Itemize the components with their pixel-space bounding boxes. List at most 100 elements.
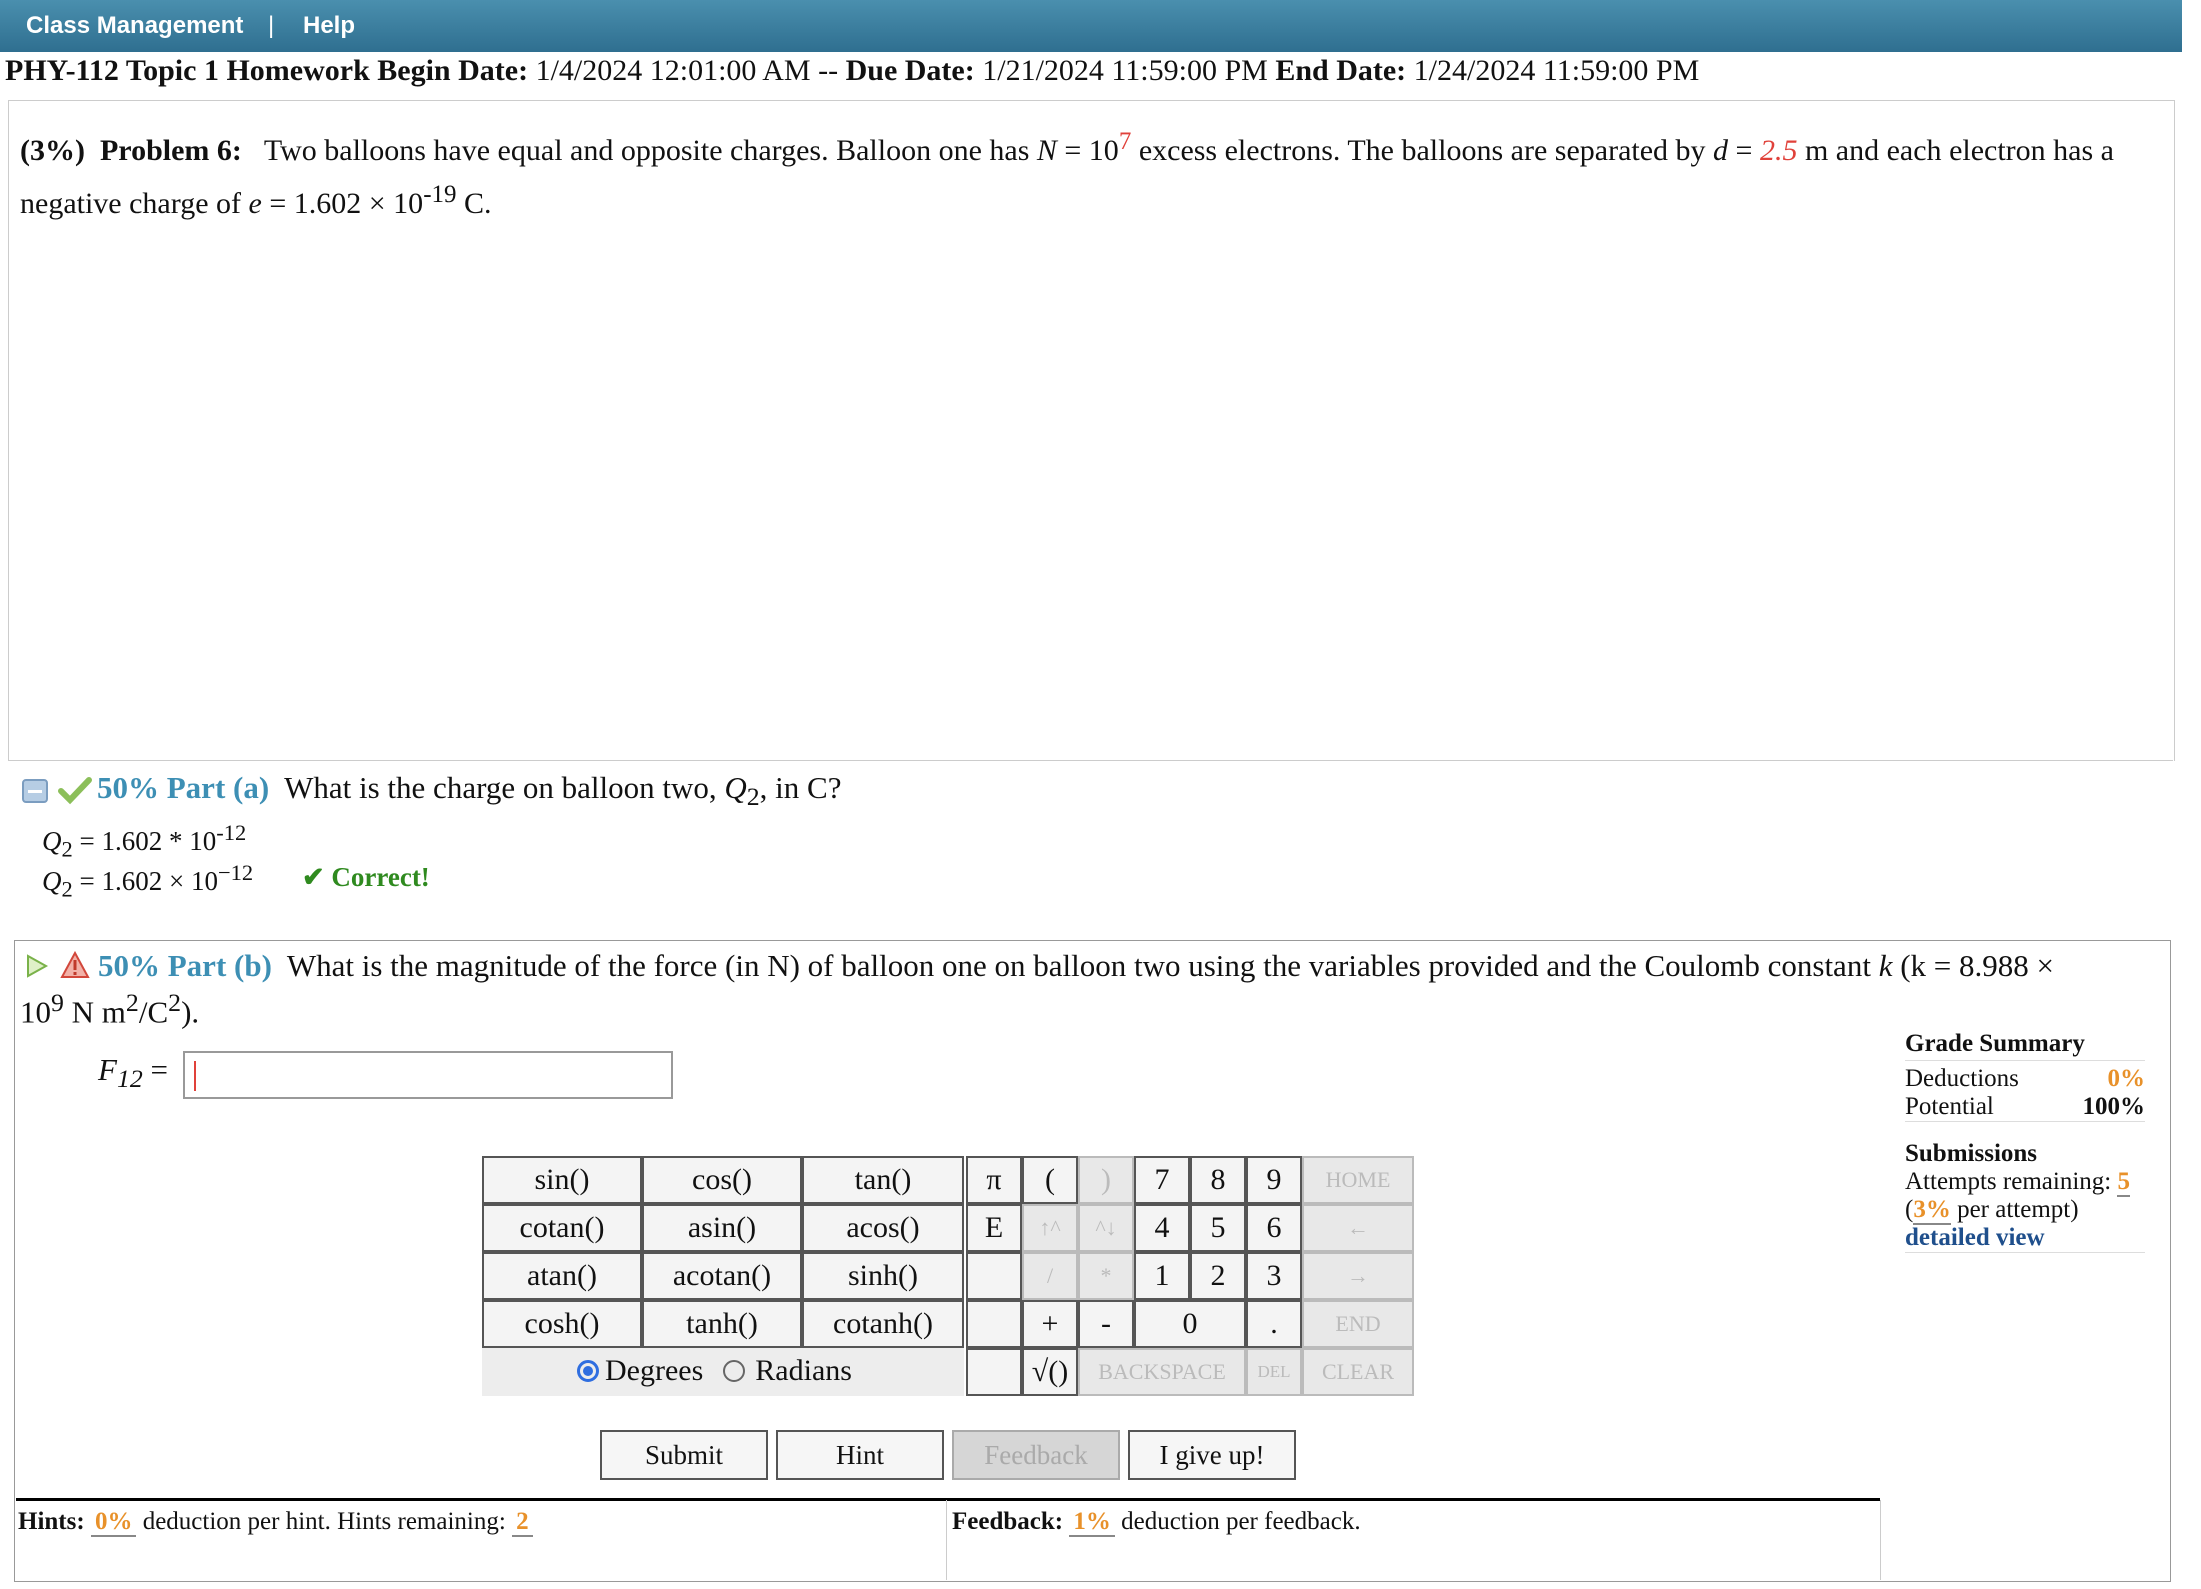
function-keypad: sin() cos() tan() cotan() asin() acos() … [482, 1156, 964, 1396]
backspace-button[interactable]: BACKSPACE [1078, 1348, 1246, 1396]
digit-5-button[interactable]: 5 [1190, 1204, 1246, 1252]
feedback-deduction: 1% [1069, 1508, 1115, 1537]
feedback-label: Feedback: [952, 1508, 1064, 1535]
q-subscript: 2 [61, 836, 73, 862]
grade-summary-panel: Grade Summary Deductions 0% Potential 100%… [1905, 1030, 2145, 1253]
q-variable: Q [724, 770, 747, 805]
part-a-entered-answer: Q2 = 1.602 * 10-12 [42, 820, 246, 862]
entered-exponent: -12 [216, 820, 247, 845]
cursor-right-button[interactable]: → [1302, 1252, 1414, 1300]
feedback-button[interactable]: Feedback [952, 1430, 1120, 1480]
cos-button[interactable]: cos() [642, 1156, 802, 1204]
plus-button[interactable]: + [1022, 1300, 1078, 1348]
multiply-button[interactable]: * [1078, 1252, 1134, 1300]
cotanh-button[interactable]: cotanh() [802, 1300, 964, 1348]
due-date-label: Due Date: [845, 54, 975, 87]
power-up-button[interactable]: ↑^ [1022, 1204, 1078, 1252]
acos-button[interactable]: acos() [802, 1204, 964, 1252]
hints-deduction: 0% [90, 1508, 137, 1537]
problem-text-1: Two balloons have equal and opposite cha… [263, 134, 1030, 167]
acotan-button[interactable]: acotan() [642, 1252, 802, 1300]
end-date-value: 1/24/2024 11:59:00 PM [1413, 54, 1700, 87]
digit-9-button[interactable]: 9 [1246, 1156, 1302, 1204]
cosh-button[interactable]: cosh() [482, 1300, 642, 1348]
digit-0-button[interactable]: 0 [1134, 1300, 1246, 1348]
hints-remaining: 2 [512, 1508, 533, 1537]
asin-button[interactable]: asin() [642, 1204, 802, 1252]
digit-4-button[interactable]: 4 [1134, 1204, 1190, 1252]
digit-1-button[interactable]: 1 [1134, 1252, 1190, 1300]
exponent-e-button[interactable]: E [966, 1204, 1022, 1252]
k-unit-exp: 2 [125, 988, 139, 1017]
sqrt-button[interactable]: √() [1022, 1348, 1078, 1396]
divide-button[interactable]: / [1022, 1252, 1078, 1300]
open-paren-button[interactable]: ( [1022, 1156, 1078, 1204]
close-paren-button[interactable]: ) [1078, 1156, 1134, 1204]
k-unit2-exp: 2 [168, 988, 182, 1017]
cursor-left-button[interactable]: ← [1302, 1204, 1414, 1252]
submit-button[interactable]: Submit [600, 1430, 768, 1480]
answer-input[interactable] [183, 1051, 673, 1099]
n-value: = 10 [1064, 134, 1119, 167]
problem-text-3: m and each [1804, 134, 1942, 167]
due-date-value: 1/21/2024 11:59:00 PM [982, 54, 1268, 87]
hints-info: Hints: 0% deduction per hint. Hints rema… [18, 1508, 533, 1537]
part-a-question: 50% Part (a) What is the charge on ballo… [97, 770, 841, 812]
blank-key [966, 1300, 1022, 1348]
footer-column-divider [946, 1500, 947, 1580]
digit-7-button[interactable]: 7 [1134, 1156, 1190, 1204]
d-equals: = [1735, 134, 1753, 167]
detailed-view-link[interactable]: detailed view [1905, 1224, 2145, 1253]
q-variable: Q [42, 866, 62, 896]
class-management-link[interactable]: Class Management [26, 12, 243, 40]
degrees-radio[interactable] [577, 1360, 599, 1382]
e-exponent: -19 [423, 181, 457, 208]
digit-6-button[interactable]: 6 [1246, 1204, 1302, 1252]
cotan-button[interactable]: cotan() [482, 1204, 642, 1252]
decimal-button[interactable]: . [1246, 1300, 1302, 1348]
home-button[interactable]: HOME [1302, 1156, 1414, 1204]
e-unit: C. [464, 187, 492, 220]
delete-button[interactable]: DEL [1246, 1348, 1302, 1396]
k-unit2: /C [138, 994, 169, 1030]
begin-date-label: Begin Date: [377, 54, 529, 87]
pi-button[interactable]: π [966, 1156, 1022, 1204]
problem-text-2: excess electrons. The balloons are separ… [1138, 134, 1706, 167]
play-icon [24, 953, 50, 979]
result-value: = 1.602 × 10 [79, 866, 218, 896]
feedback-text: deduction per feedback. [1121, 1508, 1361, 1535]
radians-radio[interactable] [723, 1360, 746, 1382]
result-exponent: −12 [217, 860, 254, 885]
k-variable: k [1878, 948, 1893, 983]
sinh-button[interactable]: sinh() [802, 1252, 964, 1300]
clear-button[interactable]: CLEAR [1302, 1348, 1414, 1396]
give-up-button[interactable]: I give up! [1128, 1430, 1296, 1480]
deductions-value: 0% [2107, 1065, 2146, 1092]
help-link[interactable]: Help [303, 12, 355, 40]
power-down-button[interactable]: ^↓ [1078, 1204, 1134, 1252]
tan-button[interactable]: tan() [802, 1156, 964, 1204]
k-exponent: 9 [51, 988, 64, 1017]
numeric-keypad: π ( ) 7 8 9 HOME E ↑^ ^↓ 4 5 6 ← / * 1 2… [966, 1156, 1414, 1396]
hint-button[interactable]: Hint [776, 1430, 944, 1480]
atan-button[interactable]: atan() [482, 1252, 642, 1300]
entered-value: = 1.602 * 10 [79, 826, 217, 856]
warning-icon [60, 950, 90, 979]
f-subscript: 12 [116, 1064, 143, 1094]
d-value: 2.5 [1759, 134, 1798, 167]
digit-8-button[interactable]: 8 [1190, 1156, 1246, 1204]
n-variable: N [1036, 134, 1057, 167]
tanh-button[interactable]: tanh() [642, 1300, 802, 1348]
e-variable: e [248, 187, 262, 220]
end-button[interactable]: END [1302, 1300, 1414, 1348]
part-a-percent: 50% [97, 770, 159, 805]
sin-button[interactable]: sin() [482, 1156, 642, 1204]
minus-button[interactable]: - [1078, 1300, 1134, 1348]
part-b-percent: 50% [98, 948, 160, 983]
collapse-icon[interactable] [20, 775, 50, 805]
answer-label: F12 = [98, 1052, 168, 1094]
digit-3-button[interactable]: 3 [1246, 1252, 1302, 1300]
digit-2-button[interactable]: 2 [1190, 1252, 1246, 1300]
part-a-text-end: , in C? [759, 770, 842, 805]
per-attempt-text: per attempt) [1957, 1196, 2079, 1223]
